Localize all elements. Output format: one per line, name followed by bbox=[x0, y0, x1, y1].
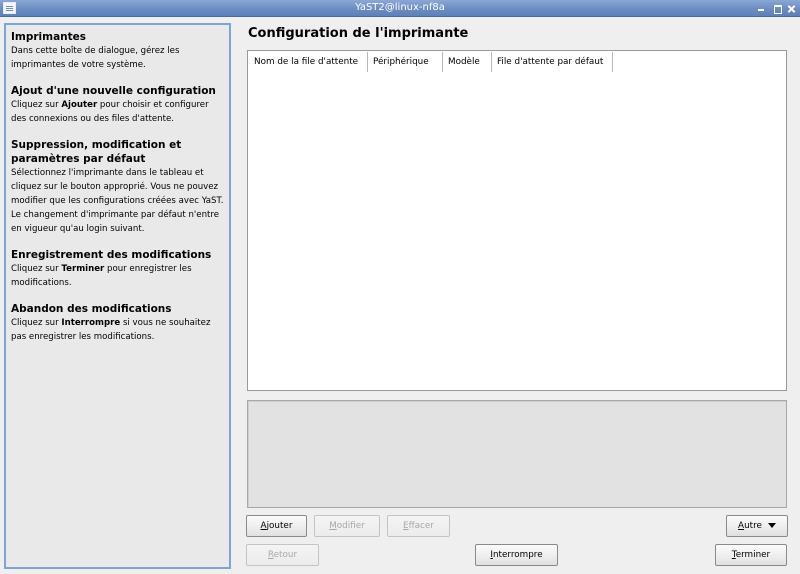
maximize-icon[interactable] bbox=[772, 3, 783, 14]
help-text-add: Cliquez sur Ajouter pour choisir et conf… bbox=[11, 100, 209, 124]
other-dropdown-button[interactable]: Autre bbox=[726, 515, 788, 537]
help-heading-save: Enregistrement des modifications bbox=[11, 249, 212, 261]
delete-button[interactable]: Effacer bbox=[387, 515, 450, 537]
back-button[interactable]: Retour bbox=[246, 544, 319, 566]
finish-button[interactable]: Terminer bbox=[715, 544, 787, 566]
column-header-model[interactable]: Modèle bbox=[443, 52, 492, 72]
column-header-queue-name[interactable]: Nom de la file d'attente bbox=[249, 52, 368, 72]
chevron-down-icon bbox=[767, 523, 776, 528]
column-header-default-queue[interactable]: File d'attente par défaut bbox=[492, 52, 613, 72]
help-heading-add: Ajout d'une nouvelle configuration bbox=[11, 85, 216, 97]
help-panel: Imprimantes Dans cette boîte de dialogue… bbox=[4, 23, 231, 569]
window-titlebar[interactable]: YaST2@linux-nf8a bbox=[0, 0, 800, 17]
help-heading-printers: Imprimantes bbox=[11, 31, 87, 43]
help-text-abort: Cliquez sur Interrompre si vous ne souha… bbox=[11, 318, 211, 342]
printer-details-panel bbox=[247, 400, 787, 508]
modify-button[interactable]: Modifier bbox=[314, 515, 380, 537]
printer-queue-table[interactable]: Nom de la file d'attente Périphérique Mo… bbox=[247, 50, 787, 391]
table-header: Nom de la file d'attente Périphérique Mo… bbox=[249, 52, 613, 72]
close-icon[interactable] bbox=[786, 3, 797, 14]
help-heading-abort: Abandon des modifications bbox=[11, 303, 172, 315]
help-text-save: Cliquez sur Terminer pour enregistrer le… bbox=[11, 264, 192, 288]
help-heading-delete-modify: Suppression, modification et paramètres … bbox=[11, 139, 182, 165]
page-title: Configuration de l'imprimante bbox=[248, 26, 469, 41]
help-text-printers: Dans cette boîte de dialogue, gérez les … bbox=[11, 46, 180, 70]
add-button[interactable]: Ajouter bbox=[246, 515, 307, 537]
minimize-icon[interactable] bbox=[756, 3, 767, 14]
column-header-device[interactable]: Périphérique bbox=[368, 52, 443, 72]
window-title: YaST2@linux-nf8a bbox=[355, 2, 445, 13]
abort-button[interactable]: Interrompre bbox=[475, 544, 558, 566]
help-text-delete-modify: Sélectionnez l'imprimante dans le tablea… bbox=[11, 168, 224, 234]
